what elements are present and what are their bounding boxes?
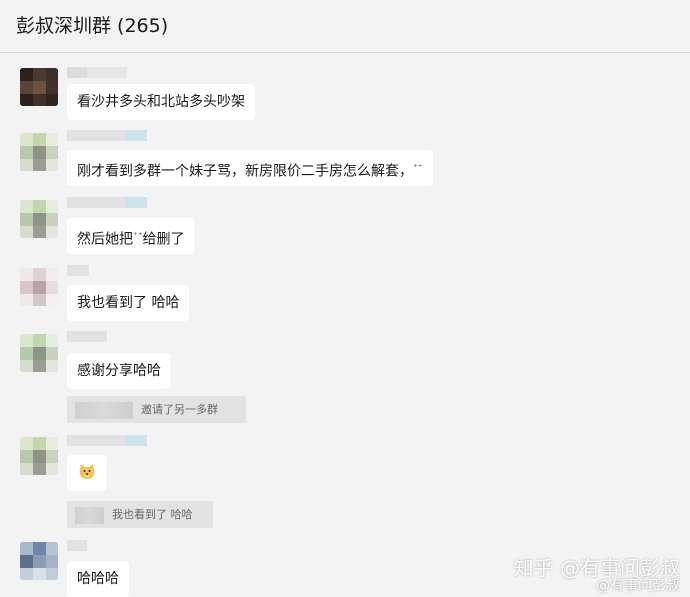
system-message-text: 我也看到了 哈哈 — [112, 508, 193, 521]
system-message: 邀请了另一多群 — [67, 396, 246, 423]
sender-name — [67, 331, 107, 342]
sender-name — [67, 197, 147, 208]
avatar[interactable] — [20, 200, 58, 238]
group-title[interactable]: 彭叔深圳群 (265) — [16, 11, 168, 38]
message-text: 看沙井多头和北站多头吵架 — [77, 94, 245, 110]
avatar[interactable] — [20, 268, 58, 306]
message-text: 哈哈哈 — [77, 571, 119, 587]
weibo-watermark: @有事问彭叔 — [596, 578, 680, 594]
avatar[interactable] — [20, 68, 58, 106]
message-bubble[interactable]: 刚才看到多群一个妹子骂，新房限价二手房怎么解套，⁺⁺ — [67, 150, 433, 186]
emoji-icon: ⁺⁺ — [133, 231, 143, 241]
system-message: 我也看到了 哈哈 — [67, 501, 213, 528]
message-bubble[interactable]: 感谢分享哈哈 — [67, 353, 171, 389]
sender-name — [67, 435, 147, 446]
avatar[interactable] — [20, 542, 58, 580]
message-bubble[interactable]: 哈哈哈 — [67, 561, 129, 597]
doge-icon — [79, 464, 95, 479]
message-text: 然后她把 — [77, 231, 133, 248]
avatar[interactable] — [20, 334, 58, 372]
system-message-text: 邀请了另一多群 — [141, 403, 218, 416]
message-bubble[interactable]: 我也看到了 哈哈 — [67, 285, 190, 321]
sticker-bubble[interactable] — [67, 455, 107, 491]
blurred-username — [75, 506, 104, 524]
message-text: 刚才看到多群一个妹子骂，新房限价二手房怎么解套， — [77, 163, 413, 180]
blurred-username — [75, 401, 133, 419]
sender-name — [67, 265, 89, 276]
message-bubble[interactable]: 看沙井多头和北站多头吵架 — [67, 84, 255, 120]
emoji-icon: ⁺⁺ — [413, 163, 423, 173]
message-text: 感谢分享哈哈 — [77, 363, 161, 379]
avatar[interactable] — [20, 437, 58, 475]
chat-header: 彭叔深圳群 (265) — [0, 0, 690, 53]
message-bubble[interactable]: 然后她把⁺⁺给删了 — [67, 218, 195, 254]
sender-name — [67, 540, 87, 551]
avatar[interactable] — [20, 133, 58, 171]
message-text-after: 给删了 — [142, 231, 185, 248]
sender-name — [67, 130, 147, 141]
sender-name — [67, 67, 127, 78]
message-text: 我也看到了 哈哈 — [77, 295, 180, 311]
